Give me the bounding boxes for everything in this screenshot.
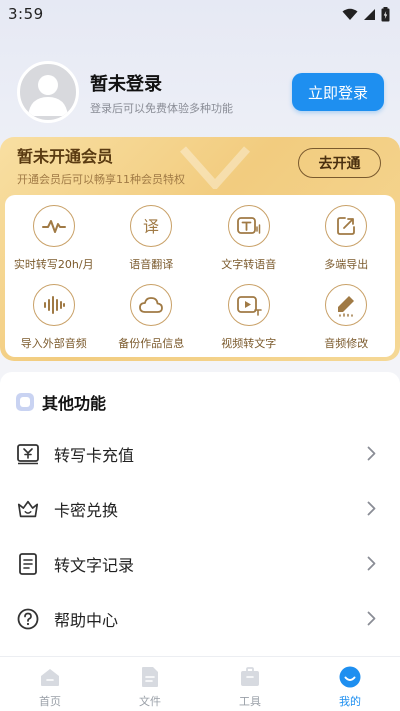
wifi-icon (342, 8, 358, 20)
text-to-speech-icon (236, 217, 260, 234)
audio-import-icon (43, 296, 65, 314)
vip-card: 暂未开通会员 开通会员后可以畅享11种会员特权 去开通 实时转写20h/月 译 … (0, 137, 400, 361)
menu-item-redeem[interactable]: 卡密兑换 (0, 484, 400, 534)
nav-tab-tools[interactable]: 工具 (200, 657, 300, 711)
vip-feature-text-to-speech[interactable]: 文字转语音 (200, 199, 298, 278)
menu-item-label: 转写卡充值 (54, 446, 135, 465)
vip-feature-label: 文字转语音 (221, 258, 277, 271)
vip-features-grid: 实时转写20h/月 译 语音翻译 文字转语音 多端导出 导入外部音频 备份作品信… (5, 195, 395, 357)
vip-feature-label: 实时转写20h/月 (13, 258, 94, 271)
svg-text:译: 译 (143, 217, 159, 236)
help-icon (17, 608, 39, 630)
nav-label: 我的 (339, 695, 361, 708)
file-icon (142, 667, 158, 687)
vip-feature-label: 音频修改 (324, 337, 369, 350)
chevron-right-icon (367, 611, 376, 626)
vip-feature-export[interactable]: 多端导出 (298, 199, 396, 278)
menu-item-help[interactable]: 帮助中心 (0, 594, 400, 644)
document-icon (19, 553, 37, 575)
default-avatar-icon (28, 75, 68, 116)
home-icon (41, 669, 59, 686)
chevron-right-icon (367, 446, 376, 461)
vip-feature-label: 视频转文字 (221, 337, 277, 350)
open-vip-button[interactable]: 去开通 (298, 148, 381, 178)
profile-subtitle: 登录后可以免费体验多种功能 (90, 102, 233, 115)
menu-item-label: 卡密兑换 (54, 501, 119, 520)
recharge-card-icon (17, 444, 39, 465)
menu-item-records[interactable]: 转文字记录 (0, 539, 400, 589)
cloud-backup-icon (139, 297, 164, 313)
status-icons (342, 6, 390, 22)
menu-item-label: 帮助中心 (54, 611, 119, 630)
status-time: 3:59 (8, 5, 44, 23)
profile-icon (339, 666, 361, 688)
battery-icon (381, 6, 390, 21)
avatar[interactable] (17, 61, 79, 123)
nav-label: 工具 (239, 695, 261, 708)
vip-feature-translate[interactable]: 译 语音翻译 (103, 199, 201, 278)
translate-icon: 译 (143, 217, 159, 236)
export-icon (337, 217, 356, 235)
section-bullet-icon (16, 393, 34, 411)
nav-tab-files[interactable]: 文件 (100, 657, 200, 711)
menu-item-recharge[interactable]: 转写卡充值 (0, 429, 400, 479)
other-functions-title: 其他功能 (42, 394, 107, 413)
nav-tab-profile[interactable]: 我的 (300, 657, 400, 711)
vip-feature-label: 导入外部音频 (20, 337, 87, 350)
other-functions-card: 其他功能 转写卡充值 卡密兑换 转文字记录 帮助中心 (0, 372, 400, 662)
signal-icon (364, 8, 375, 20)
vip-feature-video-to-text[interactable]: 视频转文字 (200, 278, 298, 357)
vip-feature-backup[interactable]: 备份作品信息 (103, 278, 201, 357)
nav-label: 首页 (39, 695, 61, 708)
toolbox-icon (241, 667, 259, 686)
vip-feature-realtime-transcribe[interactable]: 实时转写20h/月 (5, 199, 103, 278)
bottom-nav: 首页 文件 工具 我的 (0, 656, 400, 711)
vip-feature-label: 多端导出 (324, 258, 369, 271)
vip-feature-import-audio[interactable]: 导入外部音频 (5, 278, 103, 357)
nav-label: 文件 (139, 695, 161, 708)
vip-title: 暂未开通会员 (17, 147, 114, 166)
vip-feature-label: 语音翻译 (129, 258, 174, 271)
other-functions-header: 其他功能 (16, 390, 106, 414)
status-bar: 3:59 (0, 0, 400, 28)
vip-watermark-icon (180, 146, 250, 189)
chevron-right-icon (367, 501, 376, 516)
login-button[interactable]: 立即登录 (292, 73, 384, 111)
chevron-right-icon (367, 556, 376, 571)
vip-feature-audio-edit[interactable]: 音频修改 (298, 278, 396, 357)
vip-subtitle: 开通会员后可以畅享11种会员特权 (17, 173, 185, 186)
waveform-icon (41, 220, 66, 233)
vip-feature-label: 备份作品信息 (118, 337, 185, 350)
crown-icon (17, 500, 39, 518)
menu-item-label: 转文字记录 (54, 556, 135, 575)
video-to-text-icon (236, 296, 262, 316)
nav-tab-home[interactable]: 首页 (0, 657, 100, 711)
profile-name[interactable]: 暂未登录 (90, 70, 162, 96)
audio-edit-icon (338, 296, 355, 317)
